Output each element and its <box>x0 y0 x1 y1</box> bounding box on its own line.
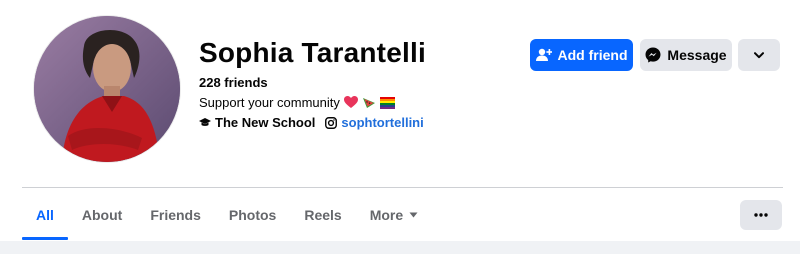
tab-label: All <box>36 207 54 223</box>
add-friend-label: Add friend <box>557 47 628 63</box>
tab-label: More <box>369 207 404 223</box>
header-divider <box>22 187 783 188</box>
profile-avatar[interactable] <box>34 16 180 162</box>
friends-count[interactable]: 228 friends <box>199 75 268 90</box>
tab-friends[interactable]: Friends <box>136 190 215 240</box>
tab-more[interactable]: More <box>356 190 432 240</box>
messenger-icon <box>645 47 661 63</box>
profile-name: Sophia Tarantelli <box>199 37 426 68</box>
tab-label: Reels <box>304 207 342 223</box>
bio-text: Support your community <box>199 95 340 110</box>
message-label: Message <box>667 47 727 63</box>
instagram-link[interactable]: sophtortellini <box>341 115 423 130</box>
tab-all[interactable]: All <box>22 190 68 240</box>
tab-about[interactable]: About <box>68 190 136 240</box>
tab-label: Friends <box>150 207 201 223</box>
instagram-item[interactable]: sophtortellini <box>325 115 424 130</box>
profile-details: The New School sophtortellini <box>199 115 424 130</box>
profile-bio: Support your community <box>199 95 395 110</box>
rainbow-flag-icon <box>379 96 395 109</box>
watermelon-icon <box>362 96 376 109</box>
tabs-overflow-button[interactable] <box>740 200 782 230</box>
tab-photos[interactable]: Photos <box>215 190 290 240</box>
more-options-button[interactable] <box>738 39 780 71</box>
feed-background <box>0 241 800 254</box>
chevron-down-icon <box>754 51 764 58</box>
add-friend-button[interactable]: Add friend <box>530 39 633 71</box>
school-item: The New School <box>199 115 315 130</box>
add-person-icon <box>535 48 552 61</box>
tab-reels[interactable]: Reels <box>290 190 355 240</box>
graduation-cap-icon <box>199 117 211 126</box>
tab-label: Photos <box>228 207 277 223</box>
avatar-portrait <box>34 16 180 162</box>
tab-label: About <box>81 207 123 223</box>
ellipsis-icon <box>754 213 768 217</box>
instagram-icon <box>325 116 338 129</box>
heart-icon <box>343 96 358 109</box>
caret-down-icon <box>409 212 418 218</box>
profile-tabs: All About Friends Photos Reels More <box>22 190 432 240</box>
message-button[interactable]: Message <box>640 39 732 71</box>
profile-page: Sophia Tarantelli 228 friends Support yo… <box>0 0 800 254</box>
school-name[interactable]: The New School <box>215 115 315 130</box>
